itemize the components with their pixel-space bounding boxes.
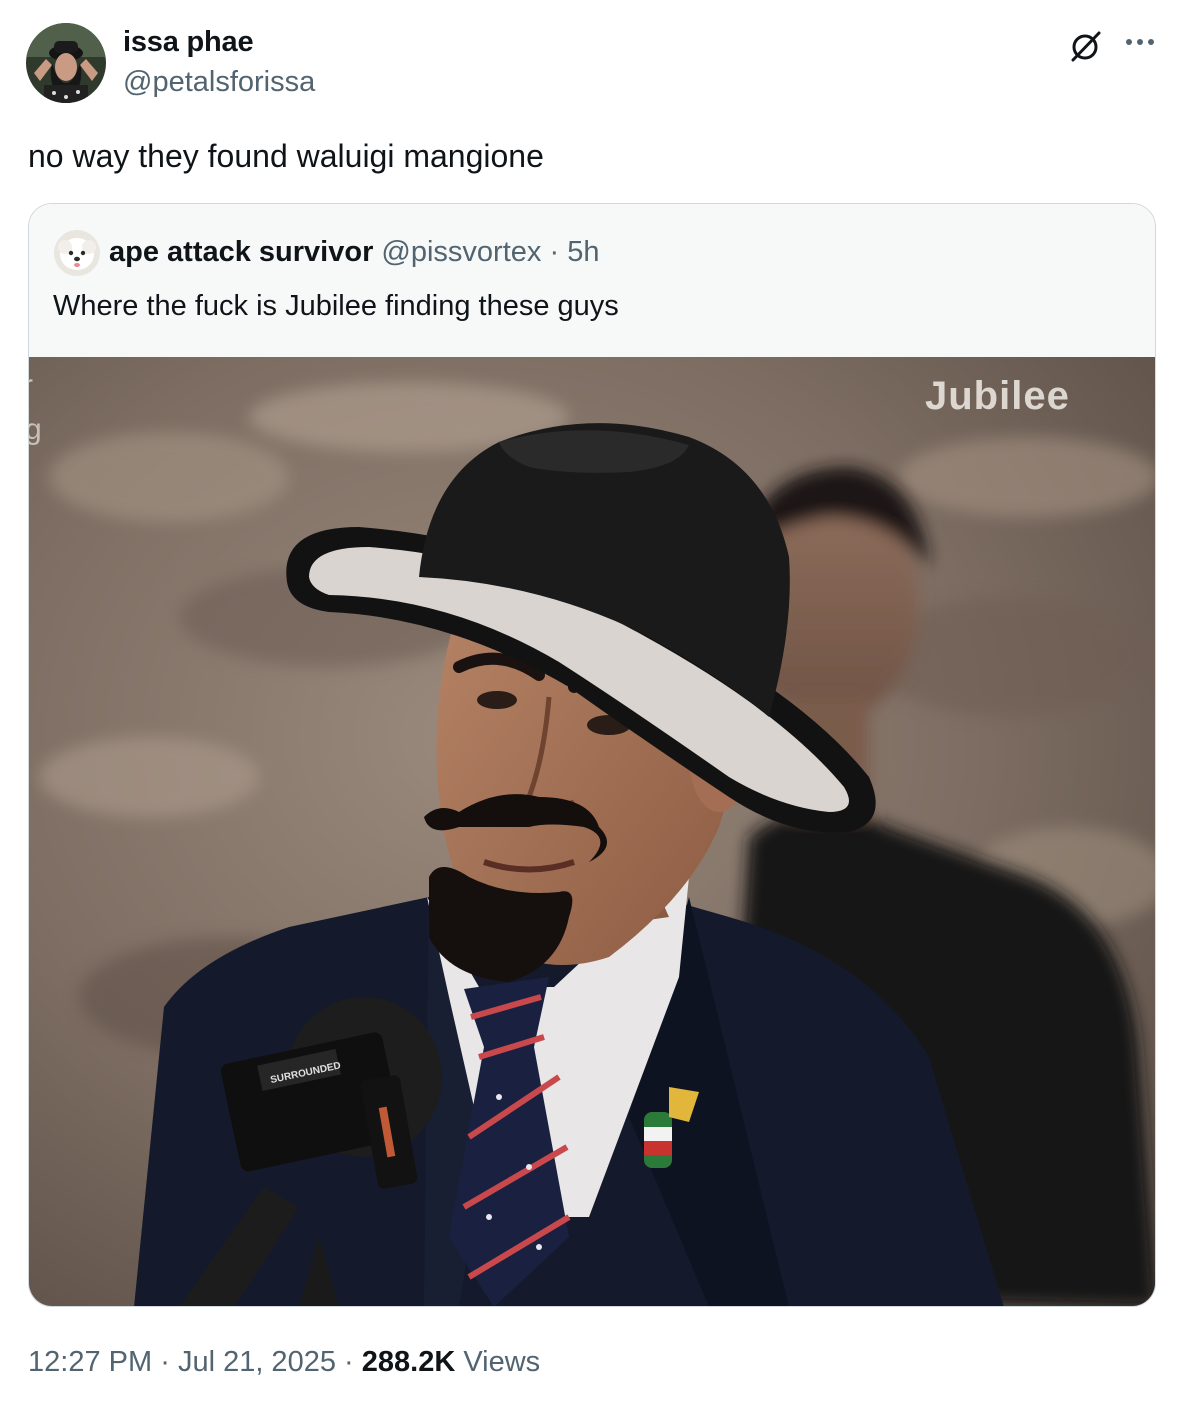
quoted-author-handle[interactable]: @pissvortex (381, 236, 541, 268)
tweet-footer: 12:27 PM · Jul 21, 2025 · 288.2K Views (28, 1346, 540, 1379)
more-icon[interactable] (1124, 32, 1156, 57)
views-count[interactable]: 288.2K (362, 1346, 456, 1378)
quoted-tweet[interactable]: ape attack survivor @pissvortex · 5h Whe… (28, 203, 1156, 1307)
quoted-tweet-time[interactable]: 5h (567, 236, 599, 268)
footer-separator: · (160, 1346, 170, 1378)
tweet-date[interactable]: Jul 21, 2025 (178, 1346, 336, 1378)
grok-icon[interactable] (1068, 28, 1104, 69)
edge-text-1: r (29, 369, 33, 402)
tweet-time[interactable]: 12:27 PM (28, 1346, 152, 1378)
quoted-tweet-meta: ape attack survivor @pissvortex · 5h (109, 236, 599, 269)
author-avatar[interactable] (26, 23, 106, 103)
quoted-author-avatar[interactable] (54, 230, 100, 276)
tweet: issa phae @petalsforissa no way they fou… (0, 0, 1180, 1410)
author-name[interactable]: issa phae (123, 26, 254, 59)
tweet-text: no way they found waluigi mangione (28, 138, 544, 174)
quoted-tweet-image[interactable]: SURROUNDED r g Jubilee (29, 357, 1155, 1306)
meta-separator: · (549, 236, 560, 268)
quoted-author-name[interactable]: ape attack survivor (109, 236, 373, 268)
footer-separator: · (344, 1346, 354, 1378)
edge-text-2: g (29, 413, 42, 446)
quoted-tweet-header: ape attack survivor @pissvortex · 5h Whe… (29, 204, 1155, 357)
jubilee-watermark: Jubilee (925, 374, 1070, 418)
quoted-tweet-text: Where the fuck is Jubilee finding these … (53, 290, 619, 322)
views-label: Views (463, 1346, 541, 1378)
author-handle[interactable]: @petalsforissa (123, 66, 315, 99)
